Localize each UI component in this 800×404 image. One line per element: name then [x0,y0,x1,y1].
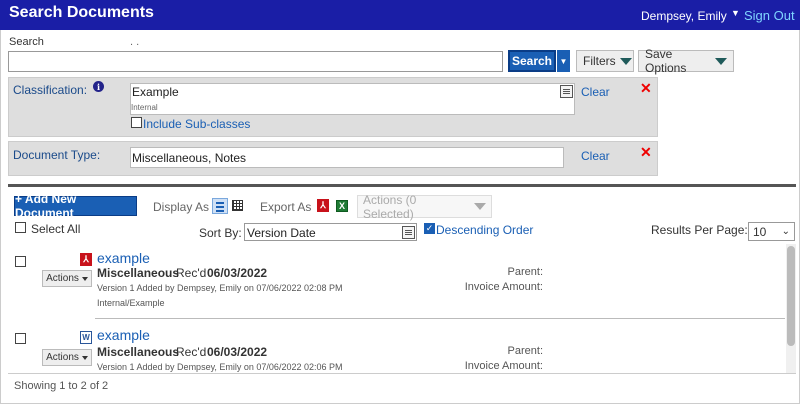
export-as-label: Export As [260,200,312,214]
result-checkbox[interactable] [15,333,26,344]
filters-button-label: Filters [583,54,616,68]
parent-label: Parent: [507,345,543,357]
row-actions-label: Actions [46,352,79,363]
received-date: 06/03/2022 [207,345,268,359]
classification-label: Classification: [13,83,88,97]
parent-label: Parent: [507,266,543,278]
invoice-amount-label: Invoice Amount: [464,360,543,372]
info-icon[interactable]: i [93,81,104,92]
document-link[interactable]: example [97,327,150,343]
results-per-page-label: Results Per Page: [651,223,748,237]
section-divider [8,184,796,187]
scrollbar-thumb[interactable] [787,246,795,346]
results-count: Showing 1 to 2 of 2 [14,380,109,392]
received-date: 06/03/2022 [207,266,268,280]
caret-down-icon [81,276,88,281]
chevron-down-icon[interactable]: ▼ [731,8,740,18]
results-per-page-value: 10 [753,224,767,239]
row-divider [95,318,785,319]
display-as-label: Display As [153,200,210,214]
user-menu[interactable]: Dempsey, Emily [641,9,727,23]
pdf-icon: ⅄ [80,253,92,266]
search-hint-dots: . . [130,36,140,48]
app-header: Search Documents Dempsey, Emily ▼ Sign O… [0,0,800,30]
grid-view-icon[interactable] [232,200,243,211]
remove-icon[interactable]: ✕ [640,144,652,161]
descending-order-checkbox[interactable]: ✓ [424,223,435,234]
lookup-icon[interactable] [560,85,573,98]
row-actions-button[interactable]: Actions [42,270,92,287]
page-title: Search Documents [9,4,154,21]
save-options-button[interactable]: Save Options [638,47,734,75]
bulk-actions-button[interactable]: Actions (0 Selected) [357,192,492,221]
include-subclasses-checkbox[interactable] [131,117,142,128]
include-subclasses-label[interactable]: Include Sub-classes [143,117,250,131]
filters-button[interactable]: Filters [576,50,634,72]
pdf-export-icon[interactable]: ⅄ [317,199,329,212]
document-type: Miscellaneous [97,266,180,280]
excel-export-icon[interactable]: X [336,200,348,212]
footer-divider [8,373,796,374]
document-type-clear-link[interactable]: Clear [581,149,610,163]
search-options-dropdown[interactable]: ▼ [557,50,570,72]
chevron-down-icon: ⌄ [781,226,790,237]
caret-down-icon [81,355,88,360]
save-options-label: Save Options [645,47,687,75]
results-per-page-select[interactable]: 10 ⌄ [748,222,795,241]
received-label: Rec'd [176,345,207,359]
version-info: Version 1 Added by Dempsey, Emily on 07/… [97,362,343,372]
lookup-icon[interactable] [402,226,415,239]
search-label: Search [9,36,44,48]
caret-down-icon [619,57,632,65]
classification-clear-link[interactable]: Clear [581,85,610,99]
classification-path: Internal/Example [97,298,165,308]
add-new-document-button[interactable]: + Add New Document [14,192,137,220]
descending-order-label[interactable]: Descending Order [436,223,533,237]
document-type-label: Document Type: [13,148,101,162]
classification-sub-value: Internal [131,103,158,112]
sort-by-label: Sort By: [199,226,242,240]
row-actions-label: Actions [46,273,79,284]
received-label: Rec'd [176,266,207,280]
search-button[interactable]: Search [508,50,556,72]
result-checkbox[interactable] [15,256,26,267]
invoice-amount-label: Invoice Amount: [464,281,543,293]
classification-field[interactable] [130,83,575,115]
sign-out-link[interactable]: Sign Out [744,8,795,23]
document-link[interactable]: example [97,250,150,266]
list-view-icon[interactable] [212,198,228,214]
chevron-down-icon: ▼ [559,56,568,66]
sort-by-value: Version Date [247,226,316,240]
row-actions-button[interactable]: Actions [42,349,92,366]
classification-value: Example [132,85,179,99]
select-all-checkbox[interactable] [15,222,26,233]
caret-down-icon [474,203,486,210]
document-type: Miscellaneous [97,345,180,359]
version-info: Version 1 Added by Dempsey, Emily on 07/… [97,283,343,293]
remove-icon[interactable]: ✕ [640,80,652,97]
caret-down-icon [715,57,727,65]
document-type-value: Miscellaneous, Notes [132,151,247,165]
select-all-label[interactable]: Select All [31,222,80,236]
bulk-actions-label: Actions (0 Selected) [363,192,417,221]
search-input[interactable] [8,51,503,72]
word-icon: W [80,331,92,344]
